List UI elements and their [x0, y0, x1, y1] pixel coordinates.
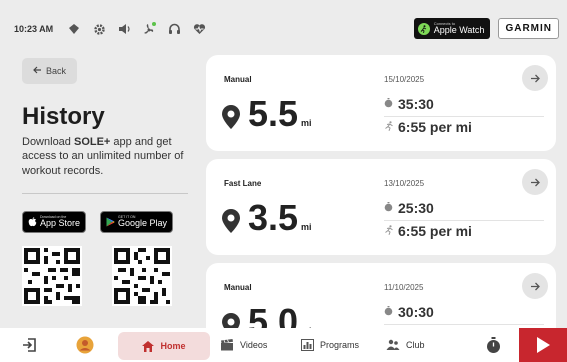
- arrow-right-icon: [531, 74, 540, 82]
- programs-chart-icon: [301, 339, 314, 351]
- pace-value: 6:55 per mi: [398, 119, 472, 135]
- workout-card[interactable]: Manual 11/10/2025 5.0 mi 30:30: [206, 263, 556, 328]
- brand-name: SOLE+: [73, 136, 111, 148]
- stopwatch-icon: [384, 306, 394, 318]
- nav-club-label: Club: [406, 340, 425, 350]
- status-bar: 10:23 AM Connects to Apple Watch GARMIN: [0, 0, 567, 58]
- clapperboard-icon: [221, 339, 233, 351]
- workout-card[interactable]: Fast Lane 13/10/2025 3.5 mi 25:30 6:55 p…: [206, 159, 556, 255]
- google-play-qr-code: [112, 245, 172, 306]
- headphones-icon[interactable]: [167, 22, 181, 36]
- arrow-left-icon: [33, 66, 42, 76]
- logout-icon: [23, 338, 36, 352]
- workout-date: 11/10/2025: [384, 283, 424, 292]
- apple-watch-label: Apple Watch: [433, 25, 485, 35]
- workout-history-list[interactable]: Manual 15/10/2025 5.5 mi 35:30 6:55 per …: [206, 55, 556, 328]
- workout-duration: 30:30: [384, 304, 434, 320]
- stat-divider: [384, 116, 544, 117]
- nav-videos[interactable]: Videos: [220, 328, 267, 362]
- google-play-label: Google Play: [118, 218, 168, 229]
- nav-club[interactable]: Club: [386, 328, 425, 362]
- workout-type: Manual: [224, 283, 252, 292]
- workout-date: 15/10/2025: [384, 75, 425, 84]
- avatar-icon: [76, 336, 94, 354]
- garmin-button[interactable]: GARMIN: [498, 18, 559, 39]
- pace-value: 6:55 per mi: [398, 223, 472, 239]
- start-workout-button[interactable]: [519, 328, 567, 362]
- timer-button[interactable]: [486, 328, 501, 362]
- stat-divider: [384, 220, 544, 221]
- nav-home-label: Home: [160, 341, 186, 351]
- location-pin-icon: [222, 313, 240, 328]
- runner-icon: [384, 225, 394, 237]
- duration-value: 35:30: [398, 96, 434, 112]
- app-store-badge[interactable]: Download on the App Store: [22, 210, 87, 233]
- arrow-right-icon: [531, 178, 540, 186]
- back-button[interactable]: Back: [22, 58, 77, 84]
- stopwatch-icon: [384, 98, 394, 110]
- google-play-icon: [106, 217, 115, 227]
- home-icon: [142, 340, 155, 352]
- divider: [22, 192, 188, 194]
- running-icon: [417, 22, 430, 35]
- workout-type: Manual: [224, 75, 252, 84]
- duration-value: 30:30: [398, 304, 434, 320]
- workout-date: 13/10/2025: [384, 179, 425, 188]
- workout-duration: 25:30: [384, 200, 434, 216]
- open-workout-button[interactable]: [522, 273, 548, 299]
- open-workout-button[interactable]: [522, 65, 548, 91]
- play-icon: [537, 337, 550, 353]
- duration-value: 25:30: [398, 200, 434, 216]
- fan-icon[interactable]: [142, 22, 157, 36]
- back-label: Back: [45, 66, 66, 76]
- open-workout-button[interactable]: [522, 169, 548, 195]
- distance-unit: mi: [301, 118, 312, 128]
- app-store-qr-code: [22, 245, 82, 306]
- heart-rate-icon[interactable]: [192, 22, 206, 36]
- workout-distance: 5.0: [248, 301, 299, 329]
- club-people-icon: [386, 339, 400, 350]
- apple-icon: [28, 217, 37, 226]
- nav-videos-label: Videos: [240, 340, 268, 350]
- nav-programs[interactable]: Programs: [301, 328, 359, 362]
- download-description: Download SOLE+ app and get access to an …: [22, 136, 184, 177]
- nav-programs-label: Programs: [320, 340, 360, 350]
- nav-home[interactable]: Home: [118, 332, 210, 360]
- history-sidebar: Back History Download SOLE+ app and get …: [22, 58, 192, 306]
- workout-pace: 6:55 per mi: [384, 223, 472, 239]
- app-store-label: App Store: [40, 218, 81, 229]
- distance-unit: mi: [301, 222, 312, 232]
- runner-icon: [384, 121, 394, 133]
- user-avatar-button[interactable]: [76, 328, 94, 362]
- stat-divider: [384, 324, 544, 325]
- speaker-icon[interactable]: [117, 22, 131, 36]
- workout-card[interactable]: Manual 15/10/2025 5.5 mi 35:30 6:55 per …: [206, 55, 556, 151]
- stopwatch-icon: [384, 202, 394, 214]
- page-title: History: [22, 103, 105, 130]
- arrow-right-icon: [531, 282, 540, 290]
- workout-duration: 35:30: [384, 96, 434, 112]
- workout-pace: 6:55 per mi: [384, 119, 472, 135]
- gear-icon[interactable]: [92, 22, 106, 36]
- clock: 10:23 AM: [14, 24, 54, 34]
- workout-distance: 5.5: [248, 93, 299, 134]
- workout-type: Fast Lane: [224, 179, 262, 188]
- bottom-nav: Home Videos Programs Club: [0, 328, 567, 362]
- location-pin-icon: [222, 105, 240, 129]
- workout-distance: 3.5: [248, 197, 299, 238]
- stopwatch-icon: [487, 336, 500, 353]
- location-pin-icon: [222, 209, 240, 233]
- diamond-icon[interactable]: [67, 22, 81, 36]
- apple-watch-button[interactable]: Connects to Apple Watch: [413, 18, 491, 39]
- google-play-badge[interactable]: GET IT ON Google Play: [100, 210, 174, 233]
- logout-button[interactable]: [22, 328, 38, 362]
